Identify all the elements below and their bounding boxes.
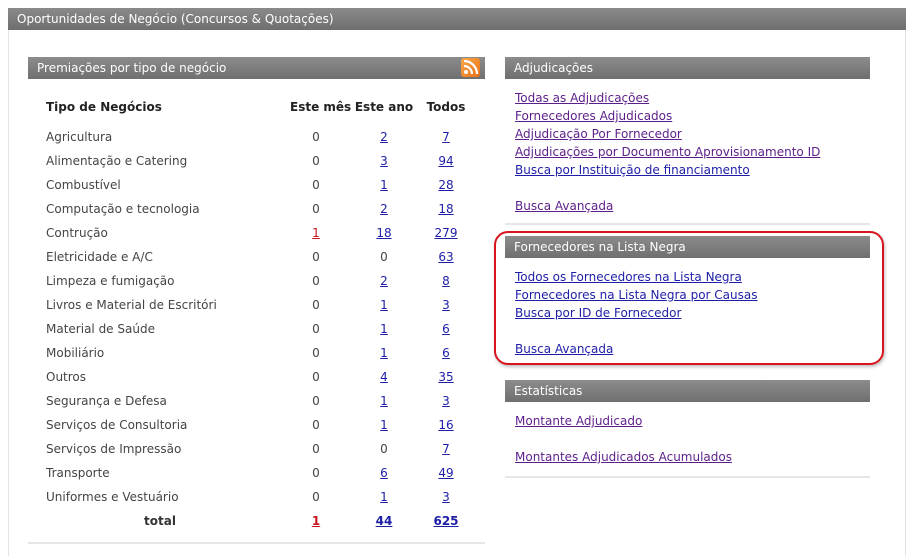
estatisticas-title: Estatísticas: [514, 384, 583, 398]
table-row-este-ano[interactable]: 1: [354, 178, 414, 192]
page-title-bar: Oportunidades de Negócio (Concursos & Qu…: [8, 8, 906, 30]
table-row-este-mes: 0: [312, 130, 320, 144]
table-row-tipo: Contrução: [46, 226, 108, 240]
table-row-tipo: Livros e Material de Escritóri: [46, 298, 217, 312]
table-row-este-ano[interactable]: 2: [354, 274, 414, 288]
table-row-este-mes: 0: [312, 202, 320, 216]
table-row-este-ano[interactable]: 3: [354, 154, 414, 168]
link-busca-instituicao-financiamento[interactable]: Busca por Instituição de financiamento: [515, 163, 750, 177]
table-row-este-ano[interactable]: 18: [354, 226, 414, 240]
table-row-todos[interactable]: 49: [420, 466, 472, 480]
table-row-este-ano[interactable]: 1: [354, 346, 414, 360]
table-row-tipo: Eletricidade e A/C: [46, 250, 153, 264]
page-title: Oportunidades de Negócio (Concursos & Qu…: [17, 12, 334, 26]
table-row-todos[interactable]: 7: [420, 442, 472, 456]
table-row-todos[interactable]: 28: [420, 178, 472, 192]
table-row-todos[interactable]: 35: [420, 370, 472, 384]
table-row-este-ano: 0: [380, 442, 388, 456]
table-row-todos[interactable]: 279: [420, 226, 472, 240]
table-row-este-mes: 0: [312, 370, 320, 384]
table-row-todos[interactable]: 3: [420, 490, 472, 504]
table-row-este-mes: 0: [312, 322, 320, 336]
link-todas-adjudicacoes[interactable]: Todas as Adjudicações: [515, 91, 649, 105]
table-row-tipo: Limpeza e fumigação: [46, 274, 175, 288]
table-row-tipo: Alimentação e Catering: [46, 154, 188, 168]
total-este-ano[interactable]: 44: [354, 514, 414, 528]
table-row-todos[interactable]: 6: [420, 346, 472, 360]
table-row-este-ano[interactable]: 1: [354, 322, 414, 336]
lista-negra-highlight: [494, 231, 884, 365]
table-row-todos[interactable]: 18: [420, 202, 472, 216]
table-row-este-ano[interactable]: 6: [354, 466, 414, 480]
link-adjudicacao-por-fornecedor[interactable]: Adjudicação Por Fornecedor: [515, 127, 682, 141]
table-row-este-mes: 0: [312, 178, 320, 192]
adjudicacoes-divider: [505, 223, 870, 225]
table-row-este-mes: 0: [312, 250, 320, 264]
table-row-tipo: Computação e tecnologia: [46, 202, 200, 216]
table-row-tipo: Serviços de Impressão: [46, 442, 182, 456]
table-row-todos[interactable]: 8: [420, 274, 472, 288]
table-row-este-ano[interactable]: 2: [354, 130, 414, 144]
table-row-tipo: Serviços de Consultoria: [46, 418, 188, 432]
link-montante-adjudicado[interactable]: Montante Adjudicado: [515, 414, 642, 428]
table-row-este-mes: 0: [312, 442, 320, 456]
estatisticas-panel-title: Estatísticas: [505, 380, 870, 402]
table-row-este-mes: 0: [312, 394, 320, 408]
table-row-tipo: Combustível: [46, 178, 121, 192]
table-row-este-ano[interactable]: 1: [354, 394, 414, 408]
table-row-este-ano[interactable]: 1: [354, 298, 414, 312]
table-row-este-ano[interactable]: 2: [354, 202, 414, 216]
table-row-tipo: Outros: [46, 370, 87, 384]
table-row-tipo: Uniformes e Vestuário: [46, 490, 179, 504]
total-este-mes[interactable]: 1: [290, 514, 342, 528]
table-row-este-mes: 0: [312, 298, 320, 312]
table-row-tipo: Mobiliário: [46, 346, 105, 360]
table-row-este-mes: 0: [312, 418, 320, 432]
link-adjudicacoes-por-documento[interactable]: Adjudicações por Documento Aprovisioname…: [515, 145, 820, 159]
table-row-este-mes: 0: [312, 346, 320, 360]
header-este-ano: Este ano: [354, 100, 414, 114]
table-row-este-mes: 0: [312, 274, 320, 288]
table-row-todos[interactable]: 3: [420, 298, 472, 312]
table-row-todos[interactable]: 7: [420, 130, 472, 144]
table-row-este-mes[interactable]: 1: [290, 226, 342, 240]
header-este-mes: Este mês: [290, 100, 352, 114]
header-todos: Todos: [426, 100, 466, 114]
table-row-este-ano: 0: [380, 250, 388, 264]
table-row-este-ano[interactable]: 1: [354, 490, 414, 504]
link-montantes-acumulados[interactable]: Montantes Adjudicados Acumulados: [515, 450, 732, 464]
adjudicacoes-title: Adjudicações: [514, 61, 594, 75]
header-tipo: Tipo de Negócios: [46, 100, 162, 114]
estatisticas-divider: [505, 476, 870, 478]
total-label: total: [144, 514, 176, 528]
total-todos[interactable]: 625: [420, 514, 472, 528]
table-row-este-mes: 0: [312, 154, 320, 168]
rss-icon[interactable]: [461, 58, 480, 77]
table-row-este-ano[interactable]: 1: [354, 418, 414, 432]
table-row-todos[interactable]: 3: [420, 394, 472, 408]
table-row-este-mes: 0: [312, 490, 320, 504]
table-row-tipo: Material de Saúde: [46, 322, 155, 336]
link-adjudicacoes-busca-avancada[interactable]: Busca Avançada: [515, 199, 613, 213]
table-row-todos[interactable]: 16: [420, 418, 472, 432]
table-row-tipo: Agricultura: [46, 130, 113, 144]
premiacoes-panel-title: Premiações por tipo de negócio: [28, 57, 485, 79]
table-row-todos[interactable]: 94: [420, 154, 472, 168]
table-row-tipo: Segurança e Defesa: [46, 394, 167, 408]
adjudicacoes-panel-title: Adjudicações: [505, 57, 870, 79]
table-row-este-mes: 0: [312, 466, 320, 480]
table-row-todos[interactable]: 6: [420, 322, 472, 336]
link-fornecedores-adjudicados[interactable]: Fornecedores Adjudicados: [515, 109, 672, 123]
table-row-todos[interactable]: 63: [420, 250, 472, 264]
premiacoes-title: Premiações por tipo de negócio: [37, 61, 227, 75]
table-row-este-ano[interactable]: 4: [354, 370, 414, 384]
table-row-tipo: Transporte: [46, 466, 110, 480]
